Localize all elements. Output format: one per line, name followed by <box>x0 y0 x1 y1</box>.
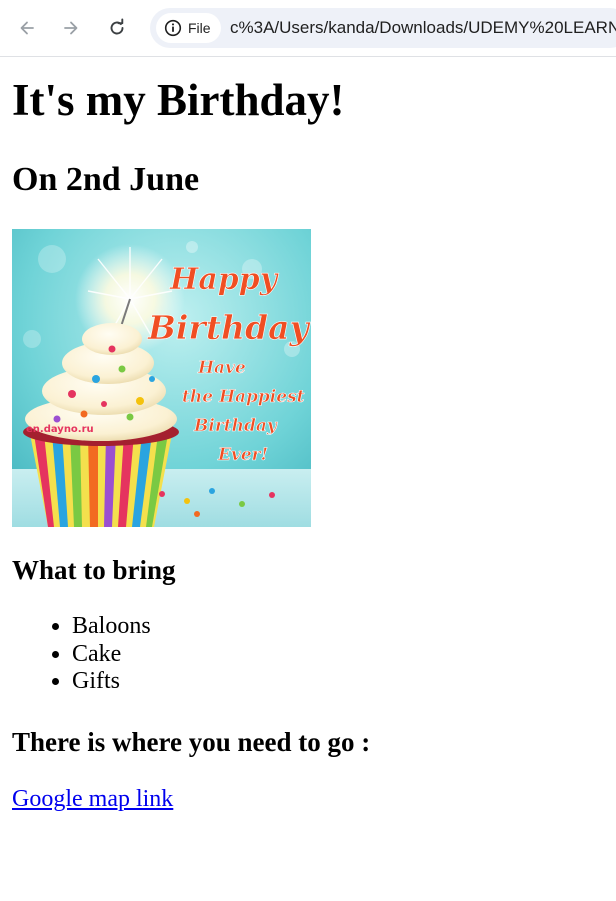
list-item: Baloons <box>72 613 151 641</box>
google-map-link[interactable]: Google map link <box>12 785 173 813</box>
image-text-birthday-2: Birthday <box>193 416 278 436</box>
list-item: Cake <box>72 641 151 669</box>
image-text-ever: Ever! <box>217 445 268 465</box>
page-subtitle: On 2nd June <box>12 161 200 198</box>
bring-list: Baloons Cake Gifts <box>12 613 151 696</box>
reload-button[interactable] <box>101 12 133 44</box>
back-button[interactable] <box>11 12 43 44</box>
address-bar[interactable]: File c%3A/Users/kanda/Downloads/UDEMY%20… <box>150 8 616 48</box>
url-text[interactable]: c%3A/Users/kanda/Downloads/UDEMY%20LEARN <box>230 8 616 48</box>
browser-toolbar: File c%3A/Users/kanda/Downloads/UDEMY%20… <box>0 0 616 57</box>
site-info-chip[interactable]: File <box>156 13 221 43</box>
file-chip-label: File <box>188 20 211 36</box>
birthday-image: Happy Birthday Have the Happiest Birthda… <box>12 229 311 527</box>
arrow-right-icon <box>64 21 78 35</box>
image-text-the-happiest: the Happiest <box>182 387 305 407</box>
arrow-left-icon <box>20 21 34 35</box>
info-icon <box>164 19 182 37</box>
image-text-have: Have <box>197 358 246 378</box>
forward-button[interactable] <box>55 12 87 44</box>
list-item: Gifts <box>72 668 151 696</box>
where-heading: There is where you need to go : <box>12 727 371 757</box>
image-text-happy: Happy <box>169 262 280 297</box>
image-watermark: en.dayno.ru <box>26 424 94 435</box>
reload-icon <box>110 18 124 35</box>
page-title: It's my Birthday! <box>12 75 345 125</box>
image-text-birthday: Birthday <box>147 308 311 347</box>
bring-heading: What to bring <box>12 555 176 585</box>
